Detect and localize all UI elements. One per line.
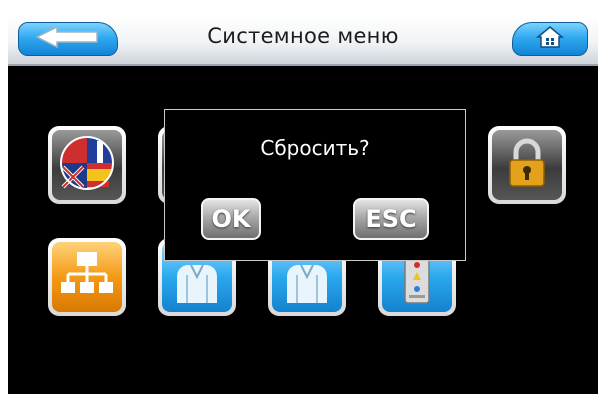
home-button[interactable] — [512, 22, 588, 56]
network-icon — [61, 250, 113, 304]
lock-tile[interactable] — [488, 126, 566, 204]
reset-confirm-dialog: Сбросить? OK ESC — [164, 109, 466, 261]
screen: Системное меню Сбросить? OK ESC — [8, 16, 598, 394]
network-tile[interactable] — [48, 238, 126, 316]
back-button[interactable] — [18, 22, 118, 56]
esc-button[interactable]: ESC — [353, 198, 429, 240]
dialog-message: Сбросить? — [260, 136, 370, 160]
device-frame: Системное меню Сбросить? OK ESC — [0, 0, 603, 394]
back-arrow-icon — [35, 25, 101, 53]
ok-button[interactable]: OK — [201, 198, 261, 240]
language-tile[interactable] — [48, 126, 126, 204]
language-flags-icon — [59, 135, 115, 195]
lock-icon — [505, 138, 549, 192]
page-title: Системное меню — [207, 24, 399, 48]
title-bar: Системное меню — [8, 16, 598, 66]
home-icon — [535, 25, 565, 53]
